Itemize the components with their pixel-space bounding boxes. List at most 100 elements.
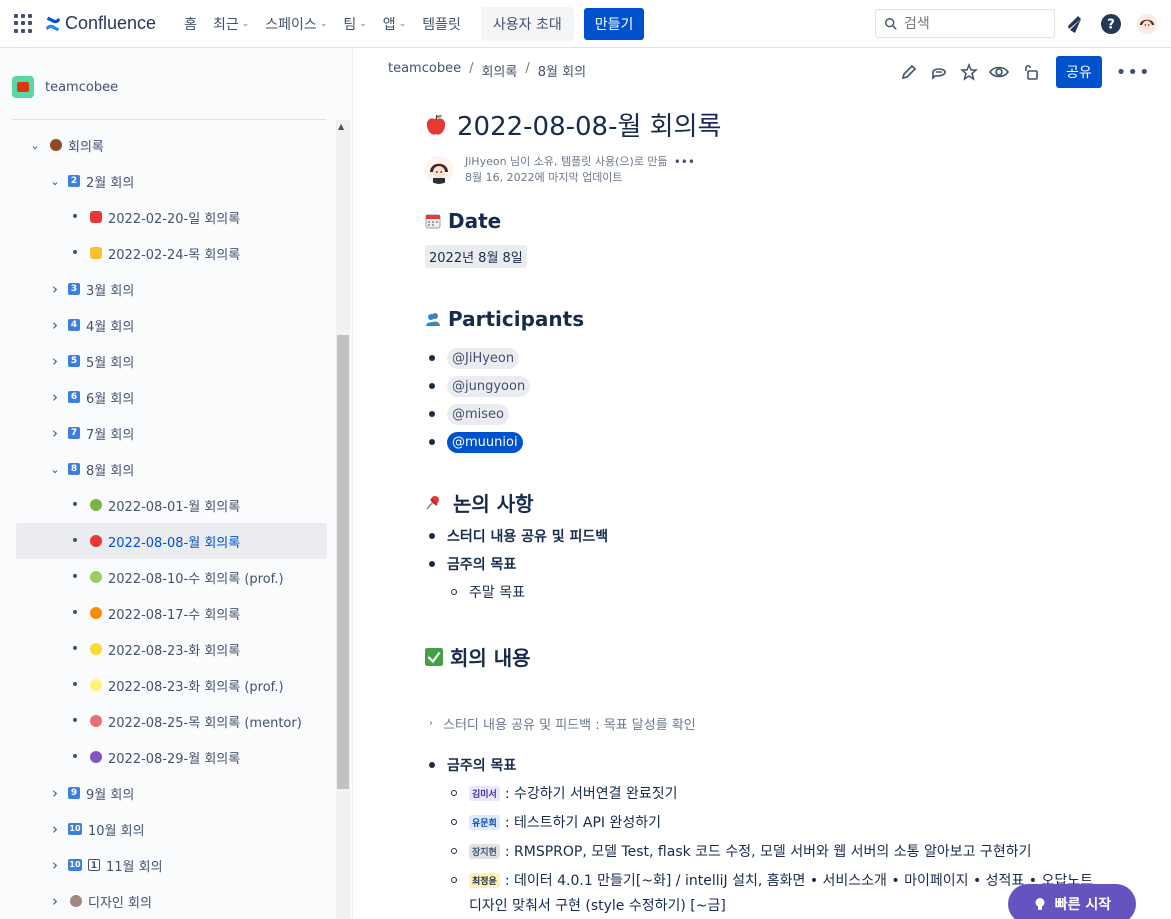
sidebar-tree-label: 9월 회의	[86, 787, 135, 803]
sidebar-tree-item[interactable]: • 2022-08-08-월 회의록	[16, 523, 327, 559]
red-apple-icon	[90, 535, 102, 547]
nav-teams[interactable]: 팀 ⌄	[343, 14, 366, 34]
watch-icon[interactable]	[988, 61, 1010, 83]
sidebar-tree-item[interactable]: • 2022-08-01-월 회의록	[16, 487, 327, 523]
sidebar-tree-item[interactable]: › 3 3월 회의	[16, 271, 327, 307]
sidebar-tree-item[interactable]: ⌄ 2 2월 회의	[16, 163, 327, 199]
sidebar-tree-item[interactable]: • 2022-02-20-일 회의록	[16, 199, 327, 235]
list-item: @JiHyeon	[429, 344, 530, 372]
space-header[interactable]: teamcobee	[12, 76, 118, 98]
sidebar-tree-item[interactable]: • 2022-08-25-목 회의록 (mentor)	[16, 703, 327, 739]
chevron-right-icon[interactable]: ›	[48, 784, 62, 802]
sidebar-tree-item[interactable]: › 4 4월 회의	[16, 307, 327, 343]
user-mention[interactable]: @miseo	[447, 403, 509, 425]
lemon-icon	[90, 643, 102, 655]
sidebar-tree-label: 2월 회의	[86, 175, 135, 191]
sidebar-tree-item[interactable]: ⌄ 회의록	[16, 127, 327, 163]
goal-text: 디자인 맞춰서 구현 (style 수정하기) [~금]	[469, 898, 726, 914]
number-icon: 7	[68, 427, 80, 439]
discussion-heading: 논의 사항	[425, 488, 534, 517]
byline-more-icon[interactable]: •••	[674, 155, 695, 169]
sidebar-tree-label: 5월 회의	[86, 355, 135, 371]
nav-apps[interactable]: 앱 ⌄	[383, 14, 406, 34]
invite-users-button[interactable]: 사용자 초대	[480, 6, 574, 41]
nav-templates[interactable]: 템플릿	[422, 14, 461, 34]
app-switcher-icon[interactable]	[14, 13, 34, 34]
search-input[interactable]	[904, 15, 1034, 32]
breadcrumb-separator: /	[525, 61, 530, 76]
breadcrumb-parent[interactable]: 회의록	[481, 61, 517, 80]
scroll-up-arrow-icon[interactable]: ▲	[338, 122, 344, 131]
nav-recent[interactable]: 최근 ⌄	[213, 14, 249, 34]
restrictions-icon[interactable]	[1020, 61, 1042, 83]
sidebar-tree-item[interactable]: › 10 1 11월 회의	[16, 847, 327, 883]
sidebar-tree-item[interactable]: • 2022-08-23-화 회의록 (prof.)	[16, 667, 327, 703]
expand-section[interactable]: › 스터디 내용 공유 및 피드백 : 목표 달성를 확인	[429, 714, 696, 733]
bullet-icon: •	[70, 569, 80, 585]
chevron-right-icon[interactable]: ›	[48, 820, 62, 838]
search-box[interactable]	[875, 9, 1055, 38]
edit-icon[interactable]	[898, 61, 920, 83]
user-mention-self[interactable]: @muunioi	[447, 431, 523, 453]
chevron-down-icon[interactable]: ⌄	[28, 139, 42, 152]
sidebar-tree-item[interactable]: • 2022-08-29-월 회의록	[16, 739, 327, 775]
breadcrumb-space[interactable]: teamcobee	[388, 61, 461, 80]
share-button[interactable]: 공유	[1056, 56, 1102, 88]
participants-heading: Participants	[425, 307, 584, 331]
byline-updated[interactable]: 8월 16, 2022에 마지막 업데이트	[465, 170, 668, 186]
sidebar-tree-item[interactable]: ⌄ 8 8월 회의	[16, 451, 327, 487]
status-badge: 장지현	[469, 843, 500, 859]
participants-heading-text: Participants	[448, 307, 585, 331]
list-item: @miseo	[429, 400, 530, 428]
sidebar-tree-item[interactable]: • 2022-02-24-목 회의록	[16, 235, 327, 271]
date-value[interactable]: 2022년 8월 8일	[425, 245, 527, 268]
pushpin-icon	[426, 495, 439, 510]
cookie-icon	[70, 895, 82, 907]
user-avatar[interactable]	[1136, 13, 1158, 35]
sidebar-tree-item[interactable]: › 디자인 회의	[16, 883, 327, 919]
banana-icon	[90, 679, 102, 691]
create-button[interactable]: 만들기	[583, 7, 645, 40]
sidebar-tree-item[interactable]: › 9 9월 회의	[16, 775, 327, 811]
sidebar-tree-item[interactable]: › 5 5월 회의	[16, 343, 327, 379]
owner-avatar[interactable]	[425, 156, 453, 184]
bullet-icon: •	[70, 713, 80, 729]
page-title-text: 2022-08-08-월 회의록	[457, 112, 722, 142]
sidebar-scrollbar-thumb[interactable]	[337, 335, 349, 789]
sidebar-tree-item[interactable]: • 2022-08-10-수 회의록 (prof.)	[16, 559, 327, 595]
date-heading: Date	[425, 209, 501, 233]
chevron-right-icon[interactable]: ›	[48, 352, 62, 370]
comment-icon[interactable]	[928, 61, 950, 83]
sidebar-tree-item[interactable]: › 10 10월 회의	[16, 811, 327, 847]
bullet-icon: •	[70, 677, 80, 693]
sidebar-tree-item[interactable]: • 2022-08-17-수 회의록	[16, 595, 327, 631]
page-byline: JiHyeon 님이 소유, 템플릿 사용(으)로 만듦 8월 16, 2022…	[425, 154, 695, 186]
nav-spaces[interactable]: 스페이스 ⌄	[265, 14, 327, 34]
chevron-right-icon[interactable]: ›	[48, 892, 62, 910]
notifications-icon[interactable]	[1064, 13, 1086, 35]
number-icon: 4	[68, 319, 80, 331]
chevron-right-icon[interactable]: ›	[48, 280, 62, 298]
user-mention[interactable]: @jungyoon	[447, 375, 531, 397]
chevron-right-icon[interactable]: ›	[48, 316, 62, 334]
user-mention[interactable]: @JiHyeon	[447, 347, 520, 369]
more-actions-icon[interactable]: •••	[1116, 62, 1151, 83]
chevron-down-icon[interactable]: ⌄	[48, 175, 62, 188]
quick-start-button[interactable]: 빠른 시작	[1008, 884, 1136, 919]
chevron-right-icon[interactable]: ›	[48, 856, 62, 874]
list-item: 스터디 내용 공유 및 피드백	[429, 522, 608, 550]
participants-list: @JiHyeon @jungyoon @miseo @muunioi	[429, 344, 531, 456]
breadcrumb-current-parent[interactable]: 8월 회의	[538, 61, 586, 80]
chevron-right-icon[interactable]: ›	[48, 388, 62, 406]
sidebar-tree-item[interactable]: › 7 7월 회의	[16, 415, 327, 451]
confluence-logo[interactable]: Confluence	[44, 13, 156, 34]
chevron-right-icon[interactable]: ›	[48, 424, 62, 442]
sidebar-tree-label: 2022-08-17-수 회의록	[108, 607, 241, 623]
help-icon[interactable]: ?	[1100, 13, 1122, 35]
sidebar-tree-item[interactable]: › 6 6월 회의	[16, 379, 327, 415]
star-icon[interactable]	[958, 61, 980, 83]
sidebar-tree-item[interactable]: • 2022-08-23-화 회의록	[16, 631, 327, 667]
chevron-down-icon[interactable]: ⌄	[48, 463, 62, 476]
nav-home-label: 홈	[184, 16, 197, 33]
nav-home[interactable]: 홈	[184, 14, 197, 34]
